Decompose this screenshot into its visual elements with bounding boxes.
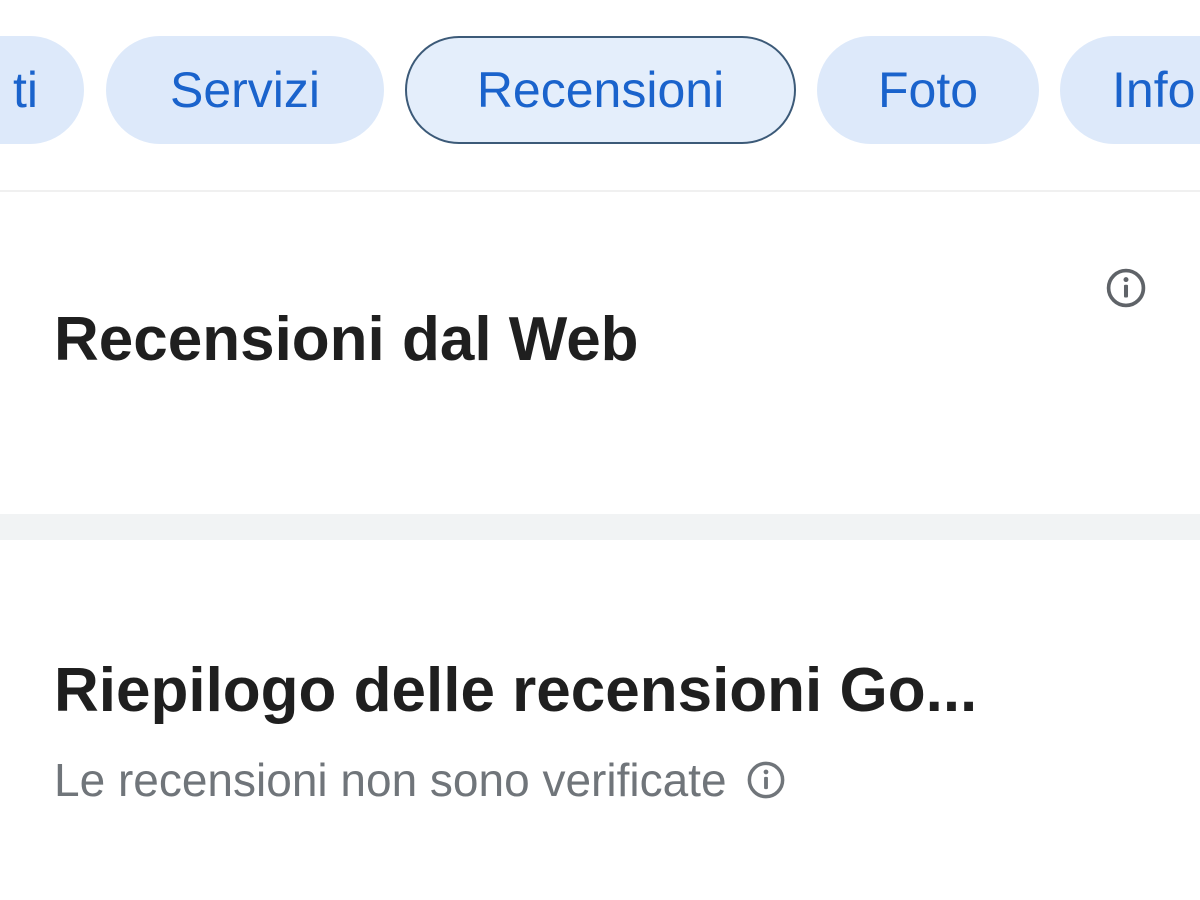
info-icon[interactable]	[745, 759, 787, 801]
tab-foto[interactable]: Foto	[817, 36, 1039, 144]
tab-servizi[interactable]: Servizi	[106, 36, 384, 144]
web-reviews-section: Recensioni dal Web	[0, 192, 1200, 514]
google-review-summary-title: Riepilogo delle recensioni Go...	[54, 656, 978, 726]
tab-recensioni[interactable]: Recensioni	[405, 36, 796, 144]
reviews-not-verified-notice: Le recensioni non sono verificate	[54, 750, 787, 810]
reviews-not-verified-text: Le recensioni non sono verificate	[54, 754, 727, 806]
info-icon[interactable]	[1104, 266, 1148, 310]
tabs-bar: ti Servizi Recensioni Foto Info	[0, 0, 1200, 192]
google-review-summary-section: Riepilogo delle recensioni Go... Le rece…	[0, 540, 1200, 900]
tab-partial-left[interactable]: ti	[0, 36, 84, 144]
tab-info[interactable]: Info	[1060, 36, 1200, 144]
web-reviews-title: Recensioni dal Web	[54, 305, 639, 375]
place-reviews-page: ti Servizi Recensioni Foto Info Recensio…	[0, 0, 1200, 900]
section-divider	[0, 514, 1200, 540]
